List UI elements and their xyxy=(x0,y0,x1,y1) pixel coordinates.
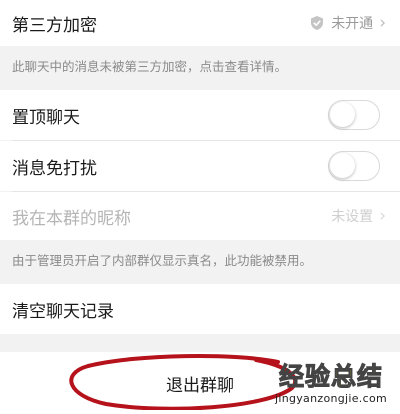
mute-row: 消息免打扰 xyxy=(0,141,400,191)
pin-chat-row: 置顶聊天 xyxy=(0,90,400,140)
exit-group-button[interactable]: 退出群聊 xyxy=(0,352,400,414)
pin-chat-toggle[interactable] xyxy=(328,100,380,130)
group-nickname-note: 由于管理员开启了内部群仅显示真名，此功能被禁用。 xyxy=(12,253,313,268)
encryption-row[interactable]: 第三方加密 未开通 › xyxy=(0,0,400,46)
clear-history-label: 清空聊天记录 xyxy=(12,301,114,322)
mute-label: 消息免打扰 xyxy=(12,158,97,179)
mute-toggle-knob xyxy=(330,153,355,178)
exit-group-label: 退出群聊 xyxy=(166,375,234,396)
group-nickname-label: 我在本群的昵称 xyxy=(12,208,131,229)
encryption-label: 第三方加密 xyxy=(12,15,97,36)
shield-icon xyxy=(311,16,324,30)
group-nickname-row[interactable]: 我在本群的昵称 未设置 › xyxy=(0,192,400,240)
group-nickname-value-group: 未设置 › xyxy=(331,206,386,226)
encryption-status: 未开通 xyxy=(331,16,374,32)
encryption-note[interactable]: 此聊天中的消息未被第三方加密，点击查看详情。 xyxy=(0,56,400,74)
mute-toggle[interactable] xyxy=(328,151,380,181)
pin-chat-toggle-knob xyxy=(330,102,355,127)
pin-chat-label: 置顶聊天 xyxy=(12,107,80,128)
clear-history-row[interactable]: 清空聊天记录 xyxy=(0,284,400,334)
encryption-status-group: 未开通 › xyxy=(309,13,386,33)
chevron-right-icon: › xyxy=(379,205,386,226)
chevron-right-icon: › xyxy=(379,12,386,33)
group-nickname-value: 未设置 xyxy=(331,209,374,225)
